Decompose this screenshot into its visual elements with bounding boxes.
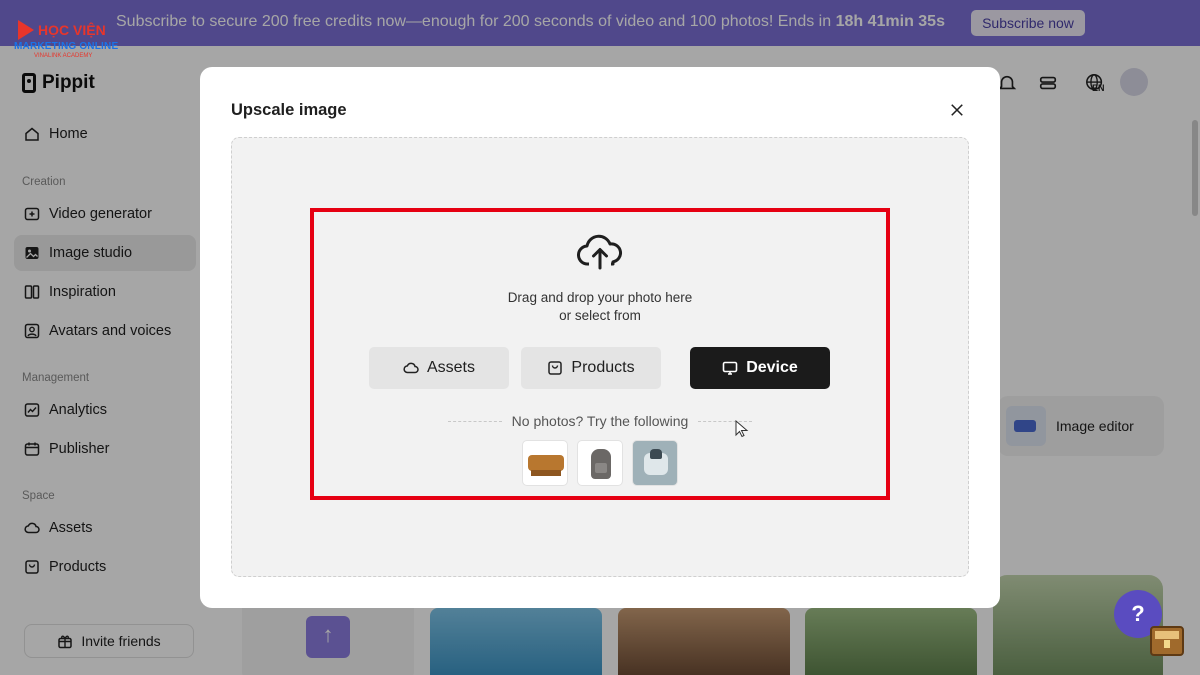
watermark-line3: VINALINK ACADEMY — [34, 53, 93, 59]
red-highlight-box — [310, 208, 890, 500]
treasure-chest-icon[interactable] — [1150, 626, 1184, 656]
play-logo-icon — [18, 20, 34, 40]
close-button[interactable] — [946, 99, 968, 121]
question-icon: ? — [1131, 601, 1145, 626]
close-icon — [951, 104, 963, 116]
watermark-line2: MARKETING ONLINE — [14, 41, 119, 52]
watermark-logo: HỌC VIỆN MARKETING ONLINE VINALINK ACADE… — [12, 18, 122, 64]
watermark-line1: HỌC VIỆN — [38, 22, 106, 38]
upscale-image-modal: Upscale image Drag and drop your photo h… — [200, 67, 1000, 608]
modal-title: Upscale image — [231, 101, 347, 119]
